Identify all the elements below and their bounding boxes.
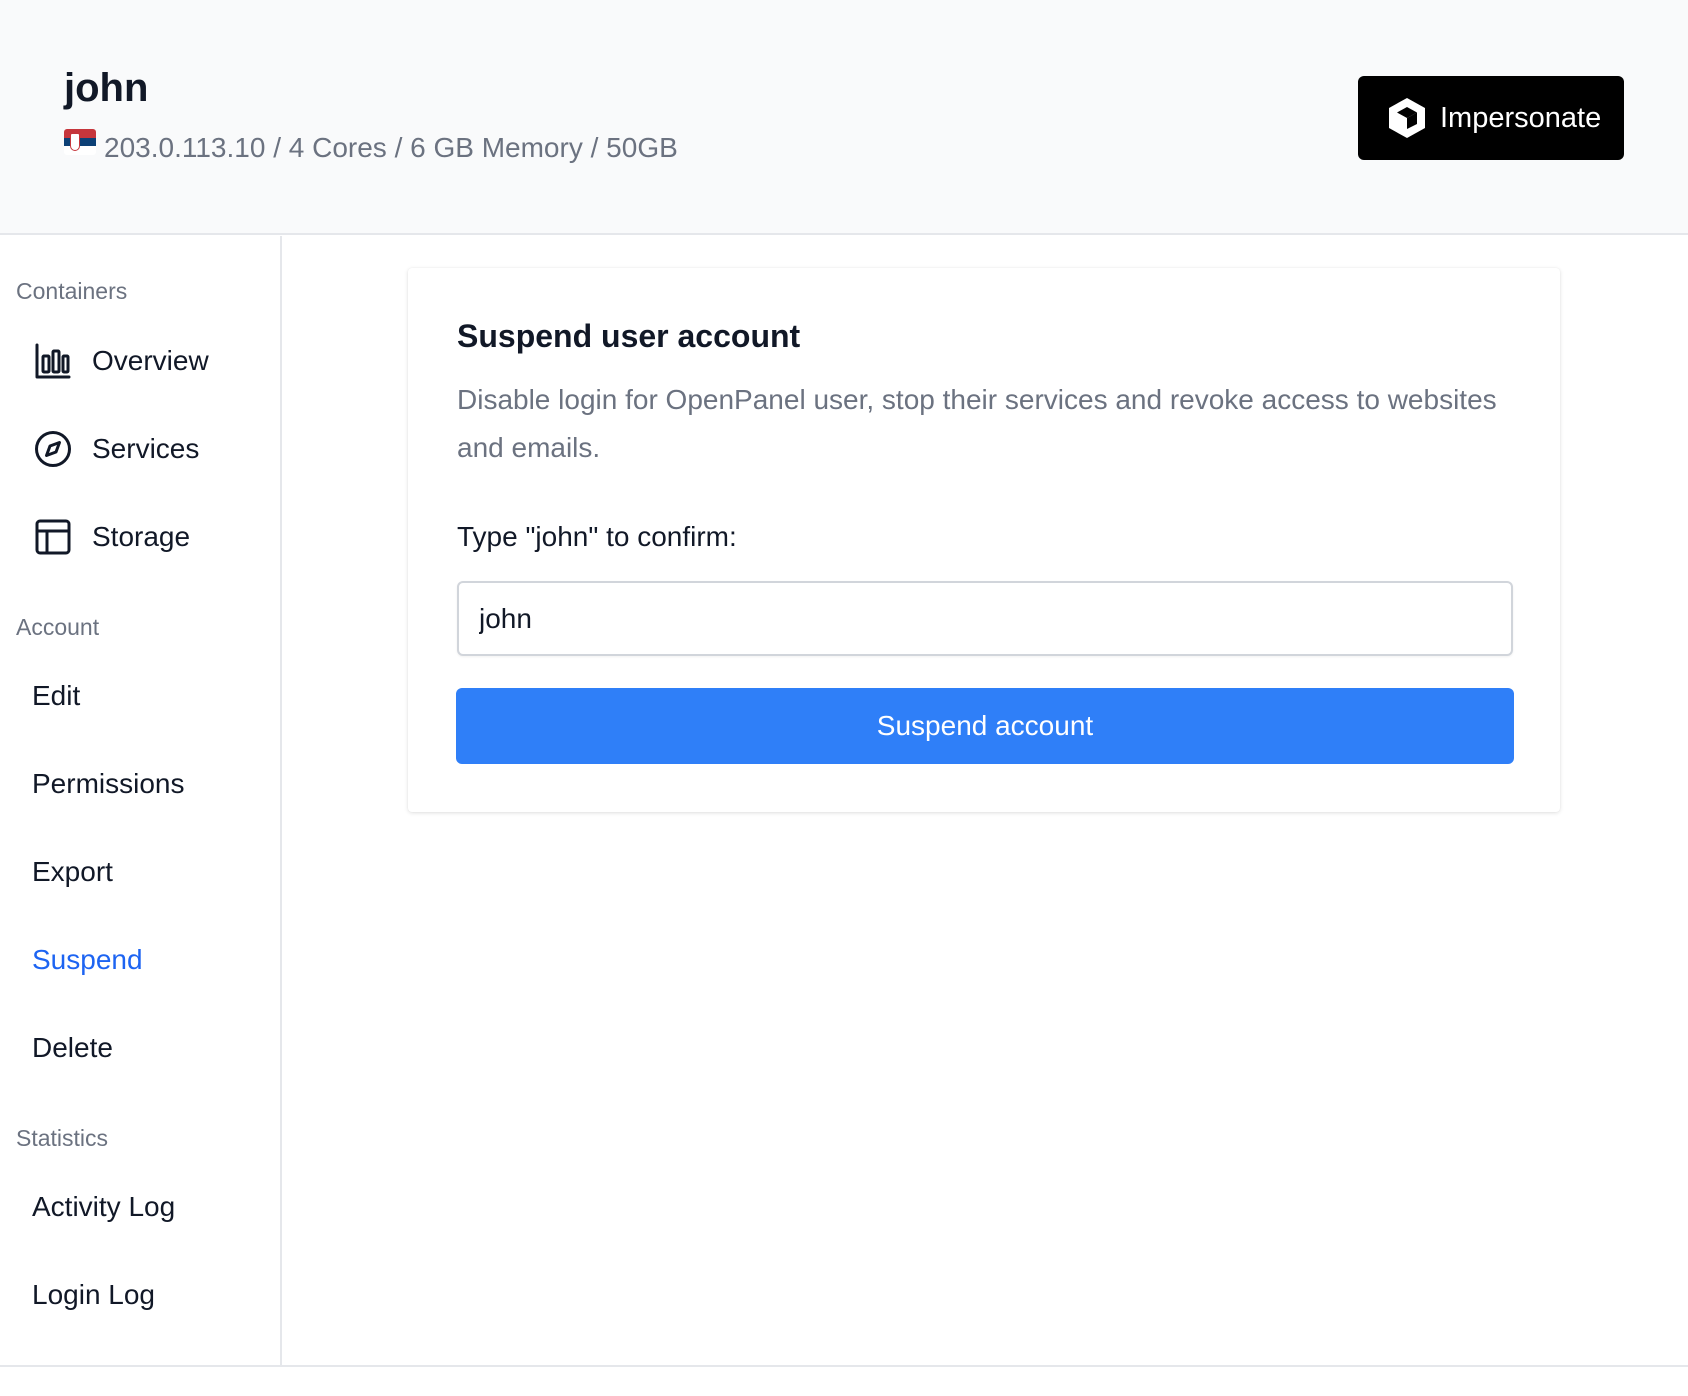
sidebar-item-services[interactable]: Services [0,419,280,479]
suspend-account-button[interactable]: Suspend account [456,688,1514,764]
sidebar-item-suspend[interactable]: Suspend [0,930,280,990]
sidebar-item-delete[interactable]: Delete [0,1018,280,1078]
sidebar-item-label: Storage [92,521,191,552]
sidebar-item-label: Suspend [32,944,143,975]
confirm-label: Type "john" to confirm: [457,521,737,552]
page-header: john 203.0.113.10 / 4 Cores / 6 GB Memor… [0,0,1688,235]
serbia-flag-icon [64,129,96,155]
impersonate-label: Impersonate [1440,101,1602,134]
sidebar-item-activity-log[interactable]: Activity Log [0,1177,280,1237]
card-title: Suspend user account [457,318,801,354]
cube-icon [1389,98,1425,138]
footer-divider [0,1365,1688,1367]
sidebar-item-label: Permissions [32,768,185,799]
sidebar-item-overview[interactable]: Overview [0,331,280,391]
sidebar-item-label: Services [92,433,200,464]
page-title: john [64,66,149,110]
sidebar-item-edit[interactable]: Edit [0,666,280,726]
table-icon [35,519,71,555]
sidebar-item-label: Login Log [32,1279,156,1310]
sidebar-item-export[interactable]: Export [0,842,280,902]
card-description: Disable login for OpenPanel user, stop t… [457,384,1497,463]
bar-chart-icon [35,343,71,379]
sidebar-item-label: Export [32,856,113,887]
impersonate-button[interactable]: Impersonate [1358,76,1624,160]
sidebar-item-login-log[interactable]: Login Log [0,1265,280,1325]
sidebar-item-label: Edit [32,680,81,711]
sidebar-item-label: Overview [92,345,209,376]
sidebar: Containers Overview Services Storage Acc… [0,236,282,1366]
sidebar-item-label: Delete [32,1032,113,1063]
server-info-text: 203.0.113.10 / 4 Cores / 6 GB Memory / 5… [104,132,678,163]
sidebar-item-label: Activity Log [32,1191,176,1222]
confirm-username-input[interactable] [457,581,1513,656]
compass-icon [35,431,71,467]
suspend-card: Suspend user account Disable login for O… [408,268,1560,812]
sidebar-section-account: Account [16,614,100,640]
server-info: 203.0.113.10 / 4 Cores / 6 GB Memory / 5… [64,129,678,164]
sidebar-item-storage[interactable]: Storage [0,507,280,567]
sidebar-section-containers: Containers [16,278,128,304]
sidebar-section-statistics: Statistics [16,1125,109,1151]
sidebar-item-permissions[interactable]: Permissions [0,754,280,814]
